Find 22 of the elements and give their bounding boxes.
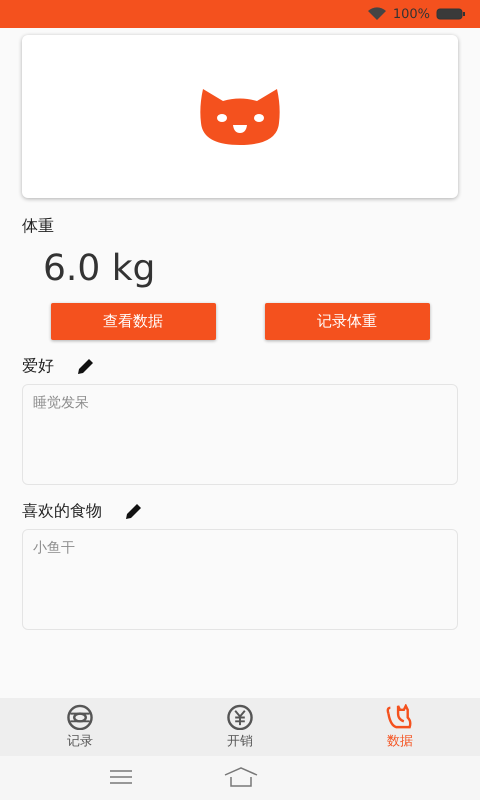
text-field[interactable]: 小鱼干 (22, 529, 458, 630)
text-field[interactable]: 睡觉发呆 (22, 384, 458, 485)
home-icon[interactable] (224, 767, 258, 787)
view-data-button[interactable]: 查看数据 (50, 303, 216, 340)
battery-percentage: 100% (392, 6, 430, 22)
ring-icon (66, 704, 94, 730)
cat-icon (386, 704, 414, 730)
weight-label: 体重 (22, 216, 55, 237)
nav-tab[interactable]: 开销 (160, 698, 320, 756)
section-label: 爱好 (22, 356, 54, 376)
cat-face-icon (199, 86, 281, 146)
battery-icon (436, 8, 466, 20)
record-weight-button[interactable]: 记录体重 (264, 303, 430, 340)
nav-tab[interactable]: 记录 (0, 698, 160, 756)
weight-value: 6.0 kg (43, 247, 156, 291)
yen-icon (226, 704, 254, 730)
wifi-icon (366, 7, 387, 21)
section-label: 喜欢的食物 (22, 500, 102, 522)
pencil-icon[interactable] (124, 502, 144, 520)
menu-icon[interactable] (110, 770, 132, 784)
nav-tab[interactable]: 数据 (320, 698, 480, 756)
pencil-icon[interactable] (76, 357, 96, 375)
